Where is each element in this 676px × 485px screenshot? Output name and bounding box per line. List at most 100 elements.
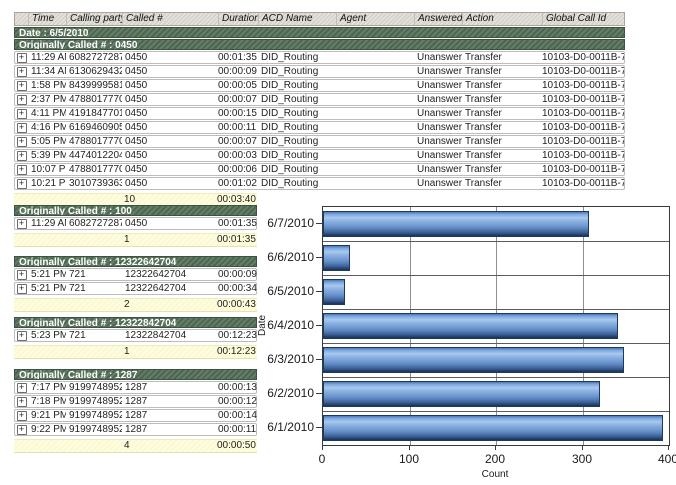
cell: DID_Routing bbox=[258, 66, 336, 77]
expand-cell: + bbox=[15, 150, 28, 161]
group-summary-row: 100:12:23 bbox=[14, 345, 257, 359]
table-row: +5:21 PM7211232264270400:00:34 bbox=[14, 282, 257, 295]
y-tick-mark bbox=[316, 359, 322, 360]
column-header-global-call-id: Global Call Id bbox=[542, 13, 624, 25]
expand-plus-icon[interactable]: + bbox=[17, 123, 27, 133]
expand-plus-icon[interactable]: + bbox=[17, 383, 27, 393]
cell: Transfer bbox=[462, 150, 542, 161]
cell: Transfer bbox=[462, 136, 542, 147]
cell: 00:00:11 bbox=[218, 122, 258, 133]
table-row: +9:21 PM9199748952128700:00:14 bbox=[14, 409, 257, 422]
cell: 2:37 PM bbox=[28, 94, 66, 105]
cell: 9:22 PM bbox=[28, 424, 66, 435]
group-section: Originally Called # : 12322642704+5:21 P… bbox=[14, 256, 257, 312]
cell bbox=[336, 66, 414, 77]
cell: 10103-D0-0011B-771 bbox=[542, 94, 624, 105]
date-group-band: Date : 6/5/2010 bbox=[14, 27, 625, 38]
expand-plus-icon[interactable]: + bbox=[17, 165, 27, 175]
cell: 4:11 PM bbox=[28, 108, 66, 119]
expand-plus-icon[interactable]: + bbox=[17, 411, 27, 421]
expand-plus-icon[interactable]: + bbox=[17, 95, 27, 105]
expand-plus-icon[interactable]: + bbox=[17, 425, 27, 435]
expand-plus-icon[interactable]: + bbox=[17, 53, 27, 63]
expand-cell: + bbox=[15, 269, 28, 280]
cell: Transfer bbox=[462, 108, 542, 119]
summary-spacer bbox=[65, 346, 121, 358]
cell: Unanswered bbox=[414, 136, 462, 147]
expand-plus-icon[interactable]: + bbox=[17, 67, 27, 77]
bar-6-6-2010 bbox=[323, 245, 350, 271]
expand-cell: + bbox=[15, 52, 28, 63]
cell: 00:00:09 bbox=[218, 269, 258, 280]
expand-cell: + bbox=[15, 178, 28, 189]
cell bbox=[336, 150, 414, 161]
expand-cell: + bbox=[15, 410, 28, 421]
cell: 721 bbox=[66, 269, 122, 280]
cell: 10103-D0-0011B-778 bbox=[542, 150, 624, 161]
cell: 00:00:09 bbox=[218, 66, 258, 77]
cell bbox=[336, 122, 414, 133]
cell: 10103-D0-0011B-76F bbox=[542, 66, 624, 77]
cell: 0450 bbox=[122, 178, 218, 189]
expand-plus-icon[interactable]: + bbox=[17, 397, 27, 407]
cell bbox=[336, 80, 414, 91]
table-row: +11:34 AM6130629432045000:00:09DID_Routi… bbox=[14, 65, 625, 78]
summary-duration: 00:00:50 bbox=[217, 440, 257, 452]
summary-spacer bbox=[27, 299, 65, 311]
cell: 7:17 PM bbox=[28, 382, 66, 393]
cell: 00:00:03 bbox=[218, 150, 258, 161]
cell: 6130629432 bbox=[66, 66, 122, 77]
group-summary-row: 100:01:35 bbox=[14, 233, 257, 247]
expand-plus-icon[interactable]: + bbox=[17, 284, 27, 294]
cell: DID_Routing bbox=[258, 122, 336, 133]
cell: DID_Routing bbox=[258, 80, 336, 91]
cell: 0450 bbox=[122, 164, 218, 175]
summary-spacer bbox=[27, 346, 65, 358]
cell: Unanswered bbox=[414, 122, 462, 133]
cell: 00:00:07 bbox=[218, 94, 258, 105]
table-row: +2:37 PM4788017770045000:00:07DID_Routin… bbox=[14, 93, 625, 106]
gridline-horizontal bbox=[323, 275, 669, 276]
cell: 00:00:06 bbox=[218, 164, 258, 175]
gridline-horizontal bbox=[323, 343, 669, 344]
y-tick-label: 6/2/2010 bbox=[256, 376, 314, 410]
expand-plus-icon[interactable]: + bbox=[17, 179, 27, 189]
cell: 11:34 AM bbox=[28, 66, 66, 77]
cell: 00:01:35 bbox=[218, 52, 258, 63]
gridline-horizontal bbox=[323, 241, 669, 242]
gridline-horizontal bbox=[323, 309, 669, 310]
cell: 12322642704 bbox=[122, 283, 218, 294]
cell: 10103-D0-0011B-774 bbox=[542, 136, 624, 147]
group-section: Originally Called # : 12322842704+5:23 P… bbox=[14, 317, 257, 359]
table-row: +4:11 PM4191847701045000:00:15DID_Routin… bbox=[14, 107, 625, 120]
y-tick-mark bbox=[316, 427, 322, 428]
cell bbox=[336, 164, 414, 175]
cell: Unanswered bbox=[414, 108, 462, 119]
table-row: +1:58 PM8439999581045000:00:05DID_Routin… bbox=[14, 79, 625, 92]
expand-plus-icon[interactable]: + bbox=[17, 151, 27, 161]
expand-plus-icon[interactable]: + bbox=[17, 331, 27, 341]
cell: 1:58 PM bbox=[28, 80, 66, 91]
cell: 10:07 PM bbox=[28, 164, 66, 175]
column-header-duration: Duration bbox=[218, 13, 258, 25]
y-tick-mark bbox=[316, 291, 322, 292]
column-header-expand bbox=[15, 13, 28, 25]
y-tick-label: 6/4/2010 bbox=[256, 308, 314, 342]
expand-plus-icon[interactable]: + bbox=[17, 81, 27, 91]
cell: 5:23 PM bbox=[28, 330, 66, 341]
x-tick-label: 100 bbox=[387, 452, 431, 466]
expand-cell: + bbox=[15, 330, 28, 341]
expand-plus-icon[interactable]: + bbox=[17, 219, 27, 229]
cell: 3010739363 bbox=[66, 178, 122, 189]
cell: DID_Routing bbox=[258, 164, 336, 175]
x-tick-label: 200 bbox=[473, 452, 517, 466]
cell: 10:21 PM bbox=[28, 178, 66, 189]
expand-plus-icon[interactable]: + bbox=[17, 109, 27, 119]
table-row: +5:05 PM4788017770045000:00:07DID_Routin… bbox=[14, 135, 625, 148]
expand-plus-icon[interactable]: + bbox=[17, 270, 27, 280]
count-by-date-chart: Date 6/7/20106/6/20106/5/20106/4/20106/3… bbox=[256, 197, 676, 485]
cell: 6082727287 bbox=[66, 218, 122, 229]
y-tick-mark bbox=[316, 257, 322, 258]
expand-plus-icon[interactable]: + bbox=[17, 137, 27, 147]
cell: 00:00:11 bbox=[218, 424, 258, 435]
